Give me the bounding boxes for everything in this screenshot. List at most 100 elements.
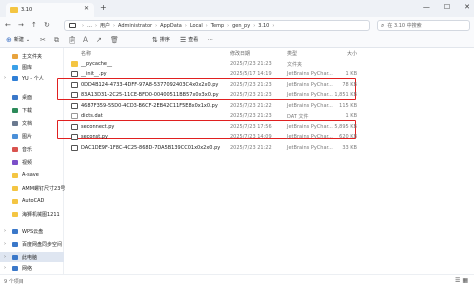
rename-button[interactable]: Ａ <box>82 36 89 45</box>
file-type: JetBrains PyChar... <box>287 71 333 77</box>
python-file-icon <box>71 145 78 151</box>
sidebar-item[interactable]: › 百度网盘同步空间 <box>0 239 64 249</box>
new-tab-button[interactable]: + <box>100 4 107 12</box>
file-date: 2025/7/23 21:22 <box>230 145 272 151</box>
sidebar-item[interactable]: › 网络 <box>0 263 64 273</box>
breadcrumb-separator: › <box>205 22 208 29</box>
breadcrumb-3-10[interactable]: 3.10 <box>258 23 269 29</box>
share-icon: ↗ <box>96 36 102 44</box>
file-date: 2025/7/23 21:23 <box>230 113 272 119</box>
breadcrumb-temp[interactable]: Temp <box>211 23 224 29</box>
item-count: 9 个项目 <box>4 279 24 285</box>
file-size: 1 KB <box>345 71 357 77</box>
sidebar-item[interactable]: AutoCAD <box>0 196 64 206</box>
cut-button[interactable]: ✂ <box>40 36 46 45</box>
breadcrumb-gen-py[interactable]: gen_py <box>232 23 250 29</box>
sidebar-item-label: 网络 <box>22 265 33 272</box>
paste-button[interactable]: 📋︎ <box>68 36 77 45</box>
file-date: 2025/7/23 14:09 <box>230 134 272 140</box>
home-icon <box>12 53 18 59</box>
sidebar-item[interactable]: 主文件夹 <box>0 51 64 61</box>
delete-button[interactable]: 🗑︎ <box>110 36 119 45</box>
column-header-type[interactable]: 类型 <box>287 50 297 57</box>
expand-icon[interactable]: › <box>4 265 6 271</box>
details-view-icon[interactable]: ☰ <box>455 277 460 284</box>
sidebar-item[interactable]: 海狮机械图1211 <box>0 209 64 219</box>
close-tab-icon[interactable]: ✕ <box>84 5 89 12</box>
tiles-view-icon[interactable]: ▦ <box>462 277 468 284</box>
sidebar-item-label: 海狮机械图1211 <box>22 211 60 218</box>
new-label: 新建 <box>13 37 24 43</box>
up-button[interactable]: ↑ <box>31 21 37 29</box>
share-button[interactable]: ↗ <box>96 36 102 45</box>
expand-icon[interactable]: › <box>4 75 6 81</box>
title-bar: 3.10 ✕ + — ☐ ✕ <box>0 0 474 17</box>
file-row[interactable]: 0DD4B124-4733-4DFF-97A8-5377092403C4x0x2… <box>65 80 474 90</box>
status-bar: 9 个项目 ☰ ▦ <box>0 274 474 286</box>
sidebar-item[interactable]: 下载 <box>0 105 64 115</box>
column-header-date[interactable]: 修改日期 <box>230 50 250 57</box>
maximize-button[interactable]: ☐ <box>444 3 450 11</box>
view-button[interactable]: ☰ 查看 <box>180 36 198 45</box>
sidebar-item[interactable]: 音乐 <box>0 144 64 154</box>
file-date: 2025/7/23 21:23 <box>230 82 272 88</box>
expand-icon[interactable]: › <box>4 254 6 260</box>
close-window-button[interactable]: ✕ <box>464 3 470 11</box>
file-row[interactable]: DAC1DE9F-1F8C-4C25-868D-7DA5B139CC01x0x2… <box>65 143 474 153</box>
file-row[interactable]: 83A13D31-2C25-11CE-BFD0-00400511BB57x0x3… <box>65 90 474 100</box>
breadcrumb-administrator[interactable]: Administrator <box>118 23 152 29</box>
sidebar-item[interactable]: › WPS云盘 <box>0 226 64 236</box>
sidebar-item[interactable]: A-save <box>0 170 64 180</box>
sort-button[interactable]: ⇅ 排序 <box>152 36 170 45</box>
window-controls: — ☐ ✕ <box>423 3 470 11</box>
breadcrumb-appdata[interactable]: AppData <box>160 23 182 29</box>
file-row[interactable]: dicts.dat 2025/7/23 21:23 DAT 文件 1 KB <box>65 111 474 121</box>
file-row[interactable]: __init__.py 2025/5/17 14:19 JetBrains PyCh… <box>65 69 474 79</box>
expand-icon[interactable]: › <box>4 241 6 247</box>
search-input[interactable]: ⌕ 在 3.10 中搜索 <box>377 20 470 31</box>
file-row[interactable]: seconnect.py 2025/7/23 17:56 JetBrains PyC… <box>65 122 474 132</box>
file-row[interactable]: seconst.py 2025/7/23 14:09 JetBrains PyCha… <box>65 132 474 142</box>
file-date: 2025/7/23 21:23 <box>230 92 272 98</box>
sidebar-item[interactable]: › YU - 个人 <box>0 73 64 83</box>
sidebar-item[interactable]: 视频 <box>0 157 64 167</box>
sidebar-item[interactable]: 图库 <box>0 62 64 72</box>
file-date: 2025/7/23 21:22 <box>230 103 272 109</box>
breadcrumb-local[interactable]: Local <box>190 23 203 29</box>
command-bar: ⊕ 新建 ⌄ ✂ ⧉ 📋︎ Ａ ↗ 🗑︎ ⇅ 排序 ☰ 查看 ··· <box>0 34 474 48</box>
folder-icon <box>12 172 18 178</box>
sidebar-item[interactable]: 图片 <box>0 131 64 141</box>
file-type: JetBrains PyChar... <box>287 134 333 140</box>
sidebar-item[interactable]: AMM螺钉尺寸23号 <box>0 183 66 193</box>
file-name: seconnect.py <box>81 124 115 130</box>
minimize-button[interactable]: — <box>423 3 430 11</box>
folder-icon <box>12 185 18 191</box>
breadcrumb[interactable]: › … › 用户 › Administrator › AppData › Loc… <box>64 20 370 31</box>
file-name: 4687F359-55D0-4CD3-B6CF-2EB42C11F5E8x0x1… <box>81 103 218 109</box>
file-row[interactable]: 4687F359-55D0-4CD3-B6CF-2EB42C11F5E8x0x1… <box>65 101 474 111</box>
forward-button[interactable]: → <box>18 21 24 29</box>
copy-button[interactable]: ⧉ <box>54 36 59 45</box>
new-button[interactable]: ⊕ 新建 ⌄ <box>6 36 30 45</box>
sidebar-item[interactable]: 文档 <box>0 118 64 128</box>
file-row[interactable]: __pycache__ 2025/7/23 21:23 文件夹 <box>65 59 474 69</box>
sidebar-item[interactable]: 桌面 <box>0 92 64 102</box>
music-icon <box>12 146 18 152</box>
column-header-size[interactable]: 大小 <box>347 50 357 57</box>
breadcrumb-users[interactable]: 用户 <box>100 22 110 29</box>
file-size: 620 KB <box>339 134 357 140</box>
back-button[interactable]: ← <box>5 21 11 29</box>
sidebar-item[interactable]: › 此电脑 <box>0 252 64 262</box>
breadcrumb-separator: › <box>82 22 84 29</box>
python-file-icon <box>71 92 78 98</box>
breadcrumb-separator: › <box>113 22 116 29</box>
column-header-name[interactable]: 名称 <box>81 50 91 57</box>
file-list: 名称 修改日期 类型 大小 __pycache__ 2025/7/23 21:23… <box>57 48 474 274</box>
sidebar-item-label: AMM螺钉尺寸23号 <box>22 185 66 192</box>
more-button[interactable]: ··· <box>208 36 213 45</box>
breadcrumb-more[interactable]: … <box>87 23 92 29</box>
file-size: 33 KB <box>342 145 357 151</box>
tab-3-10[interactable]: 3.10 ✕ <box>6 3 94 17</box>
refresh-button[interactable]: ↻ <box>44 21 50 29</box>
expand-icon[interactable]: › <box>4 228 6 234</box>
